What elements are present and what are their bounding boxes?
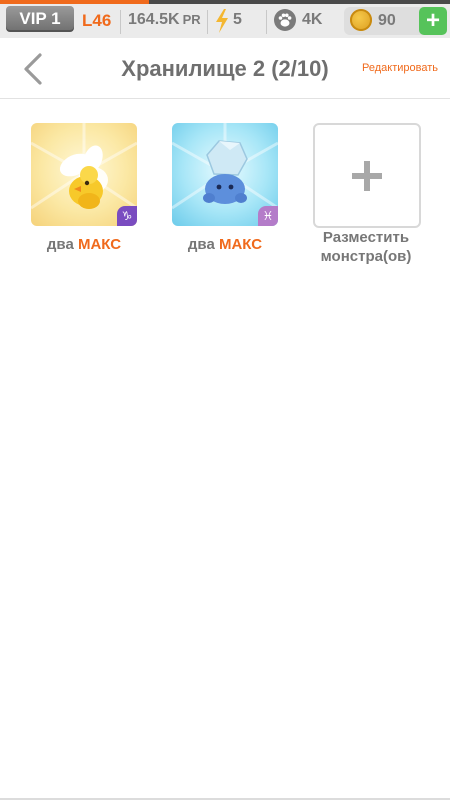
monster-rank: МАКС — [218, 236, 263, 253]
monster-label-1: два МАКС — [21, 236, 147, 253]
power-unit: PR — [182, 12, 201, 27]
vip-badge[interactable]: VIP 1 — [6, 6, 74, 32]
plus-icon — [315, 125, 419, 226]
divider — [266, 10, 267, 34]
divider — [207, 10, 208, 34]
edit-button[interactable]: Редактировать — [362, 62, 438, 74]
monster-card-2[interactable]: ♓ — [172, 123, 278, 226]
add-monster-button[interactable] — [313, 123, 421, 228]
coins-count: 90 — [378, 12, 396, 29]
coin-icon — [350, 9, 372, 31]
add-coins-button[interactable]: + — [419, 7, 447, 35]
add-monster-label: Разместить монстра(ов) — [320, 229, 412, 265]
power-rating: 164.5K PR — [128, 11, 201, 29]
lightning-icon — [216, 9, 228, 33]
monster-label-2: два МАКС — [162, 236, 288, 253]
header-divider — [0, 98, 450, 99]
monster-prefix: два — [46, 236, 74, 253]
paw-count: 4K — [302, 11, 323, 28]
monster-prefix: два — [187, 236, 215, 253]
zodiac-badge: ♓ — [258, 206, 278, 226]
paw-icon — [274, 9, 296, 31]
player-level: L46 — [82, 11, 112, 30]
power-value: 164.5K — [128, 11, 180, 28]
zodiac-badge: ♑ — [117, 206, 137, 226]
monster-rank: МАКС — [77, 236, 122, 253]
energy-count: 5 — [233, 11, 242, 28]
divider — [120, 10, 121, 34]
monster-card-1[interactable]: ♑ — [31, 123, 137, 226]
